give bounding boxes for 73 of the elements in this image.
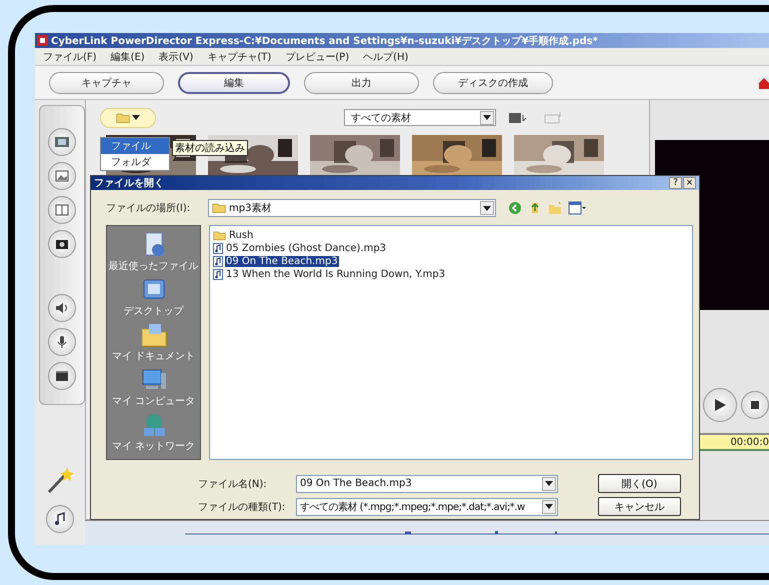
filetype-label: ファイルの種類(T): (198, 500, 286, 514)
import-button[interactable] (100, 108, 156, 128)
back-icon[interactable] (508, 201, 522, 215)
app-icon (37, 35, 48, 46)
mode-tab[interactable]: 出力 (304, 72, 419, 94)
tool-button[interactable] (46, 505, 74, 533)
folder-icon (212, 202, 226, 214)
music-file-icon (213, 256, 223, 267)
home-icon[interactable] (755, 76, 769, 90)
menu-item[interactable]: キャプチャ(T) (207, 50, 272, 64)
open-button[interactable]: 開く(O) (598, 474, 681, 493)
play-button[interactable] (703, 388, 737, 422)
place-item[interactable]: デスクトップ (124, 277, 184, 318)
location-dropdown[interactable]: mp3素材 (208, 199, 496, 217)
menu-item[interactable]: ヘルプ(H) (363, 50, 408, 64)
tool-button[interactable] (48, 328, 76, 356)
place-item[interactable]: マイ ネットワーク (112, 412, 196, 453)
caret-icon (545, 481, 553, 486)
menu-item[interactable]: ファイル(F) (43, 50, 97, 64)
help-button[interactable]: ? (669, 177, 682, 189)
tool-button[interactable] (48, 294, 76, 322)
caret-icon (483, 206, 491, 210)
stop-button[interactable] (741, 391, 769, 419)
caret-icon (483, 115, 491, 120)
close-button[interactable]: × (683, 177, 696, 189)
dialog-title: ファイルを開く (94, 177, 164, 190)
film-icon (54, 134, 70, 150)
note-icon (52, 511, 68, 527)
view-menu-icon[interactable] (568, 201, 586, 215)
place-item[interactable]: 最近使ったファイル (108, 232, 198, 273)
filetype-dropdown[interactable]: すべての素材 (*.mpg;*.mpeg;*.mpe;*.dat;*.avi;*.w (296, 498, 558, 516)
mode-tab[interactable]: キャプチャ (49, 72, 164, 94)
tool-button[interactable] (48, 196, 76, 224)
menu-item[interactable]: プレビュー(P) (285, 50, 350, 64)
tool-button[interactable] (48, 362, 76, 390)
place-item[interactable]: マイ コンピュータ (112, 367, 196, 408)
mode-tab[interactable]: ディスクの作成 (433, 72, 553, 94)
location-label: ファイルの場所(I): (106, 202, 192, 215)
file-item[interactable]: 09 On The Beach.mp3 (225, 256, 339, 267)
image-icon (54, 168, 70, 184)
mode-tab[interactable]: 編集 (178, 72, 290, 94)
music-file-icon (213, 269, 223, 280)
tooltip: 素材の読み込み (172, 140, 248, 156)
file-item[interactable]: Rush (228, 230, 254, 241)
menu-option[interactable]: ファイル (101, 138, 169, 154)
place-item[interactable]: マイ ドキュメント (112, 322, 196, 363)
cancel-button[interactable]: キャンセル (598, 497, 681, 516)
filter-value: すべての素材 (351, 112, 411, 124)
view-icon[interactable] (508, 110, 528, 124)
folder-icon (213, 230, 226, 241)
clapper-icon (54, 368, 70, 384)
magic-wand-icon[interactable] (45, 465, 75, 495)
caret-icon (132, 115, 140, 120)
file-item[interactable]: 05 Zombies (Ghost Dance).mp3 (225, 243, 388, 254)
location-value: mp3素材 (229, 202, 272, 215)
stop-icon (751, 401, 759, 409)
timecode: 00:00:0 (730, 436, 769, 448)
tool-button[interactable] (48, 162, 76, 190)
folder-icon (140, 322, 168, 348)
filename-field[interactable]: 09 On The Beach.mp3 (296, 474, 558, 492)
tool-button[interactable] (48, 230, 76, 258)
window-title: CyberLink PowerDirector Express-C:¥Documents and Settings¥n-suzuki¥デスクトップ¥手順作成.pds* (51, 34, 598, 48)
menu-item[interactable]: 表示(V) (158, 50, 194, 64)
music-file-icon (213, 243, 223, 254)
folder-icon (116, 112, 130, 124)
play-icon (713, 398, 727, 412)
caret-icon (545, 504, 553, 509)
filename-label: ファイル名(N): (198, 478, 268, 490)
file-item[interactable]: 13 When the World Is Running Down, Y.mp3 (225, 269, 446, 280)
book-icon (54, 202, 70, 218)
menu-item[interactable]: 編集(E) (110, 50, 145, 64)
filter-dropdown[interactable]: すべての素材 (344, 109, 496, 126)
speaker-icon (54, 300, 70, 316)
